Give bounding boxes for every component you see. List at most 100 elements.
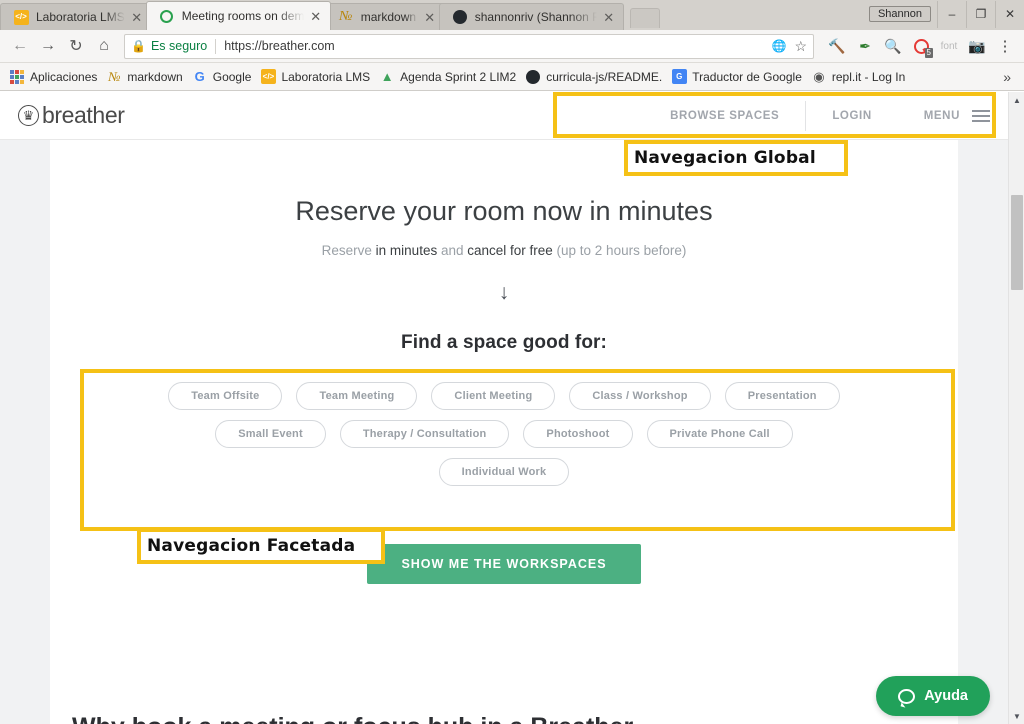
global-navigation: BROWSE SPACES LOGIN MENU bbox=[644, 92, 990, 140]
browser-toolbar: ← → ↻ ⌂ 🔒 Es seguro https://breather.com… bbox=[0, 30, 1024, 63]
omnibox-divider bbox=[215, 38, 217, 54]
markdown-icon: № bbox=[108, 68, 121, 84]
nav-login[interactable]: LOGIN bbox=[806, 110, 897, 122]
nav-browse-spaces[interactable]: BROWSE SPACES bbox=[644, 110, 805, 122]
breather-logo[interactable]: ♛ breather bbox=[18, 102, 125, 129]
bookmark-markdown[interactable]: № markdown bbox=[104, 67, 189, 87]
translate-icon: G bbox=[671, 69, 687, 85]
close-window-button[interactable]: ✕ bbox=[995, 0, 1024, 28]
breather-page: ♛ breather BROWSE SPACES LOGIN MENU Rese… bbox=[0, 92, 1008, 724]
forward-arrow-icon[interactable]: → bbox=[34, 33, 62, 59]
hammer-icon[interactable]: 🔨 bbox=[824, 33, 850, 59]
url-text: https://breather.com bbox=[224, 39, 335, 53]
facet-row: Small Event Therapy / Consultation Photo… bbox=[50, 420, 958, 448]
security-label: Es seguro bbox=[150, 39, 208, 53]
close-icon[interactable]: ✕ bbox=[601, 11, 617, 24]
extensions-toolbar: 🔨 ✒ 🔍 5 font 📷 ⋮ bbox=[820, 33, 1018, 59]
tab-title: shannonriv (Shannon Riv bbox=[474, 10, 597, 24]
eyedropper-icon[interactable]: ✒ bbox=[852, 33, 878, 59]
magnifier-icon[interactable]: 🔍 bbox=[880, 33, 906, 59]
show-workspaces-button[interactable]: SHOW ME THE WORKSPACES bbox=[367, 544, 641, 584]
address-bar[interactable]: 🔒 Es seguro https://breather.com 🌐 ☆ bbox=[124, 33, 814, 59]
home-icon[interactable]: ⌂ bbox=[90, 33, 118, 59]
bookmark-replit[interactable]: ◉ repl.it - Log In bbox=[809, 67, 912, 87]
code-badge-icon: </> bbox=[13, 9, 29, 25]
new-tab-button[interactable] bbox=[629, 8, 660, 28]
browser-tab-markdown[interactable]: № markdown ✕ bbox=[324, 3, 445, 30]
bookmark-google[interactable]: G Google bbox=[190, 67, 259, 87]
bookmark-agenda-sprint[interactable]: ▲ Agenda Sprint 2 LIM2 bbox=[377, 67, 523, 87]
facet-pill-therapy-consultation[interactable]: Therapy / Consultation bbox=[339, 420, 510, 448]
facet-pill-client-meeting[interactable]: Client Meeting bbox=[431, 382, 556, 410]
facet-pill-individual-work[interactable]: Individual Work bbox=[438, 458, 570, 486]
github-icon bbox=[525, 69, 541, 85]
facet-pill-photoshoot[interactable]: Photoshoot bbox=[523, 420, 633, 448]
github-icon bbox=[452, 9, 468, 25]
tree-circle-icon: ♛ bbox=[18, 105, 39, 126]
close-icon[interactable]: ✕ bbox=[308, 10, 324, 23]
scroll-down-icon[interactable]: ▼ bbox=[1009, 708, 1024, 724]
nav-menu[interactable]: MENU bbox=[898, 110, 964, 122]
font-icon[interactable]: font bbox=[936, 33, 962, 59]
facet-pill-class-workshop[interactable]: Class / Workshop bbox=[569, 382, 711, 410]
tab-strip: </> Laboratoria LMS ✕ Meeting rooms on d… bbox=[0, 0, 1024, 30]
global-nav-annotation-label: Navegacion Global bbox=[624, 140, 848, 176]
tab-title: Meeting rooms on dema bbox=[181, 9, 304, 23]
help-chat-button[interactable]: Ayuda bbox=[876, 676, 990, 716]
hero-sub-part-3: and bbox=[440, 243, 468, 258]
facet-pill-private-phone-call[interactable]: Private Phone Call bbox=[646, 420, 793, 448]
facet-pill-presentation[interactable]: Presentation bbox=[724, 382, 840, 410]
maximize-button[interactable]: ❐ bbox=[966, 0, 995, 28]
bookmark-traductor-google[interactable]: G Traductor de Google bbox=[669, 67, 809, 87]
profile-button[interactable]: Shannon bbox=[868, 6, 931, 22]
translate-icon[interactable]: 🌐 bbox=[771, 39, 786, 53]
extension-badge-count: 5 bbox=[924, 48, 933, 58]
back-arrow-icon[interactable]: ← bbox=[6, 33, 34, 59]
page-content: Reserve your room now in minutes Reserve… bbox=[50, 140, 958, 724]
arrow-down-icon: ↓ bbox=[498, 281, 510, 304]
window-controls: Shannon – ❐ ✕ bbox=[868, 0, 1024, 28]
hero-sub-part-2: in minutes bbox=[375, 243, 441, 258]
reload-icon[interactable]: ↻ bbox=[62, 33, 90, 59]
faceted-nav-annotation-label: Navegacion Facetada bbox=[137, 528, 385, 564]
browser-tab-meeting-rooms[interactable]: Meeting rooms on dema ✕ bbox=[145, 1, 331, 30]
browser-tab-shannonriv-github[interactable]: shannonriv (Shannon Riv ✕ bbox=[438, 3, 624, 30]
help-label: Ayuda bbox=[924, 688, 968, 704]
bookmarks-bar: Aplicaciones № markdown G Google </> Lab… bbox=[0, 63, 1024, 91]
hero-sub-part-1: Reserve bbox=[321, 243, 376, 258]
bookmarks-overflow-button[interactable]: » bbox=[1003, 69, 1017, 85]
bookmark-label: Aplicaciones bbox=[30, 69, 98, 84]
markdown-icon: № bbox=[339, 9, 353, 24]
tab-title: markdown bbox=[360, 10, 417, 24]
bottom-section-heading: Why book a meeting or focus hub in a Bre… bbox=[50, 713, 958, 724]
tab-title: Laboratoria LMS bbox=[36, 10, 125, 24]
hamburger-icon[interactable] bbox=[972, 109, 990, 122]
bookmark-label: Traductor de Google bbox=[692, 69, 802, 84]
google-drive-icon: ▲ bbox=[380, 69, 394, 84]
q-circle-icon[interactable]: 5 bbox=[908, 33, 934, 59]
star-icon[interactable]: ☆ bbox=[794, 38, 807, 55]
bookmark-aplicaciones[interactable]: Aplicaciones bbox=[7, 67, 104, 87]
facet-pill-team-offsite[interactable]: Team Offsite bbox=[168, 382, 283, 410]
hero-subtitle: Reserve in minutes and cancel for free (… bbox=[50, 227, 958, 258]
bookmark-label: Agenda Sprint 2 LIM2 bbox=[400, 69, 517, 84]
facet-pill-small-event[interactable]: Small Event bbox=[215, 420, 326, 448]
close-icon[interactable]: ✕ bbox=[129, 11, 145, 24]
page-scrollbar[interactable]: ▲ ▼ bbox=[1008, 92, 1024, 724]
hero-sub-part-5: (up to 2 hours before) bbox=[556, 243, 687, 258]
facet-pill-team-meeting[interactable]: Team Meeting bbox=[296, 382, 418, 410]
camera-icon[interactable]: 📷 bbox=[964, 33, 990, 59]
apps-grid-icon bbox=[9, 69, 25, 85]
scroll-up-icon[interactable]: ▲ bbox=[1009, 92, 1024, 108]
scrollbar-thumb[interactable] bbox=[1011, 195, 1023, 290]
bookmark-label: Laboratoria LMS bbox=[281, 69, 371, 84]
browser-tab-laboratoria-lms[interactable]: </> Laboratoria LMS ✕ bbox=[0, 3, 152, 30]
bookmark-curricula-js[interactable]: curricula-js/README. bbox=[523, 67, 669, 87]
facet-row: Team Offsite Team Meeting Client Meeting… bbox=[50, 382, 958, 410]
close-icon[interactable]: ✕ bbox=[422, 11, 438, 24]
chat-bubble-icon bbox=[898, 688, 916, 704]
chrome-menu-icon[interactable]: ⋮ bbox=[992, 33, 1018, 59]
browser-window: </> Laboratoria LMS ✕ Meeting rooms on d… bbox=[0, 0, 1024, 724]
minimize-button[interactable]: – bbox=[937, 0, 966, 28]
bookmark-laboratoria-lms[interactable]: </> Laboratoria LMS bbox=[258, 67, 377, 87]
